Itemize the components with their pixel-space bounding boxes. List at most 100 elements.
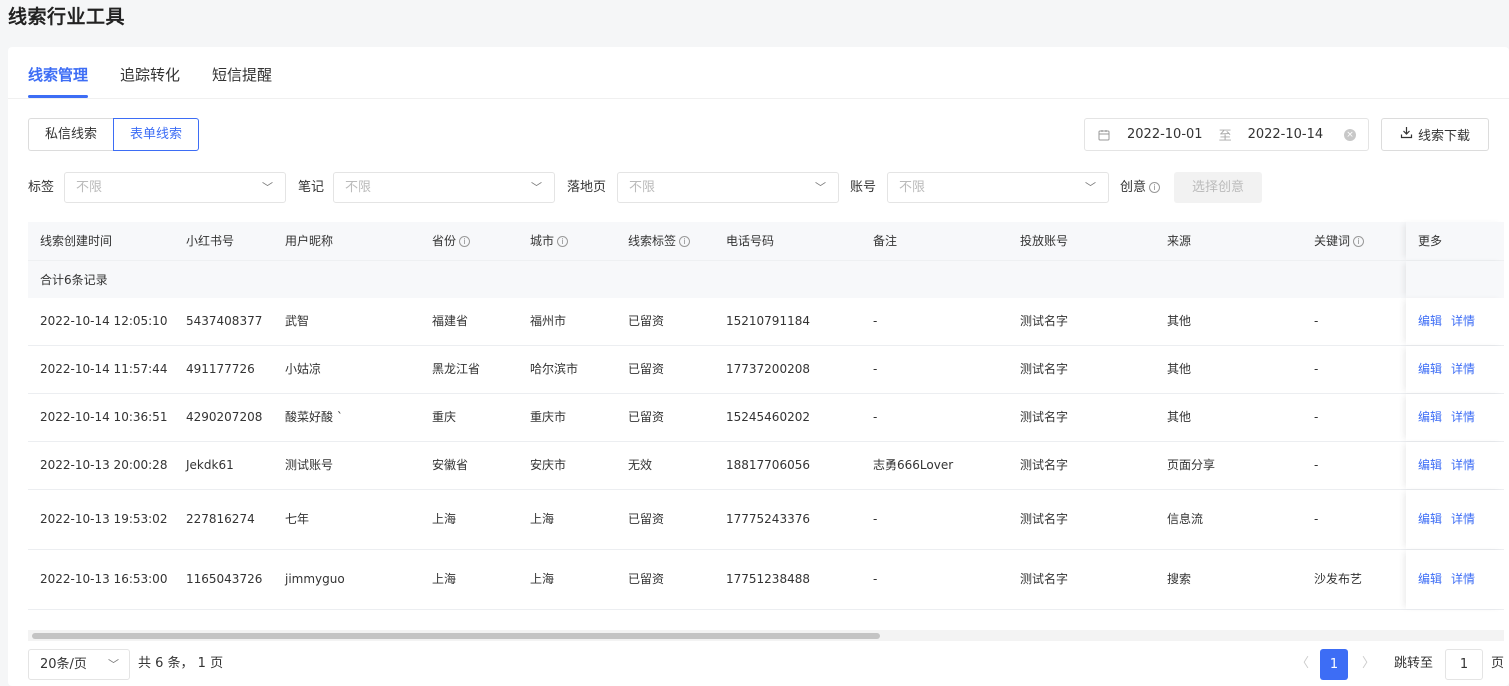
cell-nickname: 测试账号 <box>285 458 334 472</box>
cell-remark: 志勇666Lover <box>873 458 954 472</box>
cell-keyword: 沙发布艺 <box>1314 572 1363 586</box>
landing-page-select[interactable]: 不限 ﹀ <box>617 172 839 203</box>
filter-label-account: 账号 <box>850 180 877 195</box>
cell-created-time: 2022-10-14 11:57:44 <box>40 362 168 376</box>
cell-city: 哈尔滨市 <box>530 362 579 376</box>
chevron-down-icon: ﹀ <box>531 181 542 194</box>
date-range-picker[interactable]: 2022-10-01 至 2022-10-14 × <box>1084 118 1369 151</box>
filter-label-note: 笔记 <box>298 180 325 195</box>
cell-province: 黑龙江省 <box>432 362 481 376</box>
chevron-down-icon: ﹀ <box>262 181 273 194</box>
edit-link[interactable]: 编辑 <box>1418 410 1442 424</box>
row-actions: 编辑 详情 <box>1406 298 1504 345</box>
cell-xhs-id: Jekdk61 <box>186 458 234 472</box>
end-date[interactable]: 2022-10-14 <box>1248 127 1324 142</box>
page-size-value: 20条/页 <box>40 657 87 672</box>
col-keyword: 关键词 i <box>1314 222 1365 260</box>
edit-link[interactable]: 编辑 <box>1418 572 1442 586</box>
table-body: 2022-10-14 12:05:10 5437408377 武智 福建省 福州市 已留资… <box>28 298 1504 610</box>
row-actions: 编辑 详情 <box>1406 490 1504 549</box>
cell-remark: - <box>873 572 878 586</box>
cell-created-time: 2022-10-14 10:36:51 <box>40 410 168 424</box>
row-actions: 编辑 详情 <box>1406 550 1504 609</box>
next-page-icon[interactable]: 〉 <box>1362 648 1375 680</box>
cell-created-time: 2022-10-13 19:53:02 <box>40 512 168 526</box>
col-more: 更多 <box>1406 222 1504 260</box>
tab-lead-management[interactable]: 线索管理 <box>28 47 89 98</box>
col-created-time: 线索创建时间 <box>40 234 113 248</box>
cell-nickname: jimmyguo <box>285 572 345 586</box>
cell-keyword: - <box>1314 458 1319 472</box>
cell-remark: - <box>873 410 878 424</box>
cell-lead-tag: 已留资 <box>628 362 665 376</box>
row-actions: 编辑 详情 <box>1406 394 1504 441</box>
col-lead-tag-label: 线索标签 <box>628 234 677 248</box>
cell-lead-tag: 已留资 <box>628 512 665 526</box>
cell-phone: 15245460202 <box>726 410 810 424</box>
col-phone: 电话号码 <box>726 234 775 248</box>
edit-link[interactable]: 编辑 <box>1418 314 1442 328</box>
tag-select[interactable]: 不限 ﹀ <box>64 172 286 203</box>
tab-tracking-conversion[interactable]: 追踪转化 <box>120 47 180 98</box>
cell-province: 安徽省 <box>432 458 469 472</box>
col-xhs-id: 小红书号 <box>186 234 235 248</box>
cell-ad-account: 测试名字 <box>1020 572 1069 586</box>
detail-link[interactable]: 详情 <box>1451 458 1475 472</box>
detail-link[interactable]: 详情 <box>1451 572 1475 586</box>
cell-source: 其他 <box>1167 362 1192 376</box>
detail-link[interactable]: 详情 <box>1451 314 1475 328</box>
private-message-leads-button[interactable]: 私信线索 <box>28 118 114 151</box>
edit-link[interactable]: 编辑 <box>1418 458 1442 472</box>
cell-city: 福州市 <box>530 314 567 328</box>
cell-city: 上海 <box>530 512 555 526</box>
col-remark: 备注 <box>873 234 898 248</box>
col-ad-account: 投放账号 <box>1020 234 1069 248</box>
cell-province: 上海 <box>432 512 457 526</box>
chevron-down-icon: ﹀ <box>1085 181 1096 194</box>
horizontal-scrollbar[interactable] <box>28 630 1504 641</box>
tag-select-value: 不限 <box>76 180 103 195</box>
tab-divider <box>8 98 1509 99</box>
tab-sms-reminder[interactable]: 短信提醒 <box>212 47 272 98</box>
download-leads-button[interactable]: 线索下载 <box>1381 118 1489 151</box>
col-city: 城市 i <box>530 222 569 260</box>
more-col-spacer <box>1406 261 1504 298</box>
cell-remark: - <box>873 314 878 328</box>
cell-created-time: 2022-10-14 12:05:10 <box>40 314 168 328</box>
page-number-current[interactable]: 1 <box>1320 649 1348 680</box>
cell-created-time: 2022-10-13 20:00:28 <box>40 458 168 472</box>
scrollbar-thumb[interactable] <box>32 633 880 639</box>
page-size-select[interactable]: 20条/页 ﹀ <box>28 649 130 680</box>
clear-icon[interactable]: × <box>1344 128 1356 141</box>
table-header: 线索创建时间 小红书号 用户昵称 省份 i 城市 i 线索标签 i 电话号码 备注 投… <box>28 222 1504 260</box>
jump-suffix: 页 <box>1491 656 1505 671</box>
detail-link[interactable]: 详情 <box>1451 362 1475 376</box>
note-select[interactable]: 不限 ﹀ <box>333 172 555 203</box>
landing-page-select-value: 不限 <box>629 180 656 195</box>
edit-link[interactable]: 编辑 <box>1418 512 1442 526</box>
start-date[interactable]: 2022-10-01 <box>1127 127 1203 142</box>
detail-link[interactable]: 详情 <box>1451 512 1475 526</box>
cell-source: 其他 <box>1167 410 1192 424</box>
filter-label-landing-page: 落地页 <box>567 180 607 195</box>
cell-city: 重庆市 <box>530 410 567 424</box>
cell-ad-account: 测试名字 <box>1020 512 1069 526</box>
summary-row: 合计6条记录 <box>28 260 1504 298</box>
cell-keyword: - <box>1314 362 1319 376</box>
download-icon <box>1400 126 1413 143</box>
detail-link[interactable]: 详情 <box>1451 410 1475 424</box>
table-row: 2022-10-13 20:00:28 Jekdk61 测试账号 安徽省 安庆市 无效 18… <box>28 442 1504 490</box>
form-leads-button[interactable]: 表单线索 <box>113 118 200 151</box>
account-select-value: 不限 <box>899 180 926 195</box>
edit-link[interactable]: 编辑 <box>1418 362 1442 376</box>
cell-created-time: 2022-10-13 16:53:00 <box>40 572 168 586</box>
prev-page-icon[interactable]: 〈 <box>1296 648 1309 680</box>
chevron-down-icon: ﹀ <box>815 181 826 194</box>
jump-page-input[interactable]: 1 <box>1445 649 1483 680</box>
select-creative-button[interactable]: 选择创意 <box>1174 172 1262 203</box>
cell-xhs-id: 491177726 <box>186 362 255 376</box>
account-select[interactable]: 不限 ﹀ <box>887 172 1109 203</box>
cell-nickname: 武智 <box>285 314 310 328</box>
main-card: 线索管理 追踪转化 短信提醒 私信线索 表单线索 2022-10-01 至 20… <box>8 47 1509 686</box>
filter-bar: 标签 不限 ﹀ 笔记 不限 ﹀ 落地页 不限 ﹀ 账号 不限 ﹀ 创意 i 选择创… <box>28 172 1278 203</box>
